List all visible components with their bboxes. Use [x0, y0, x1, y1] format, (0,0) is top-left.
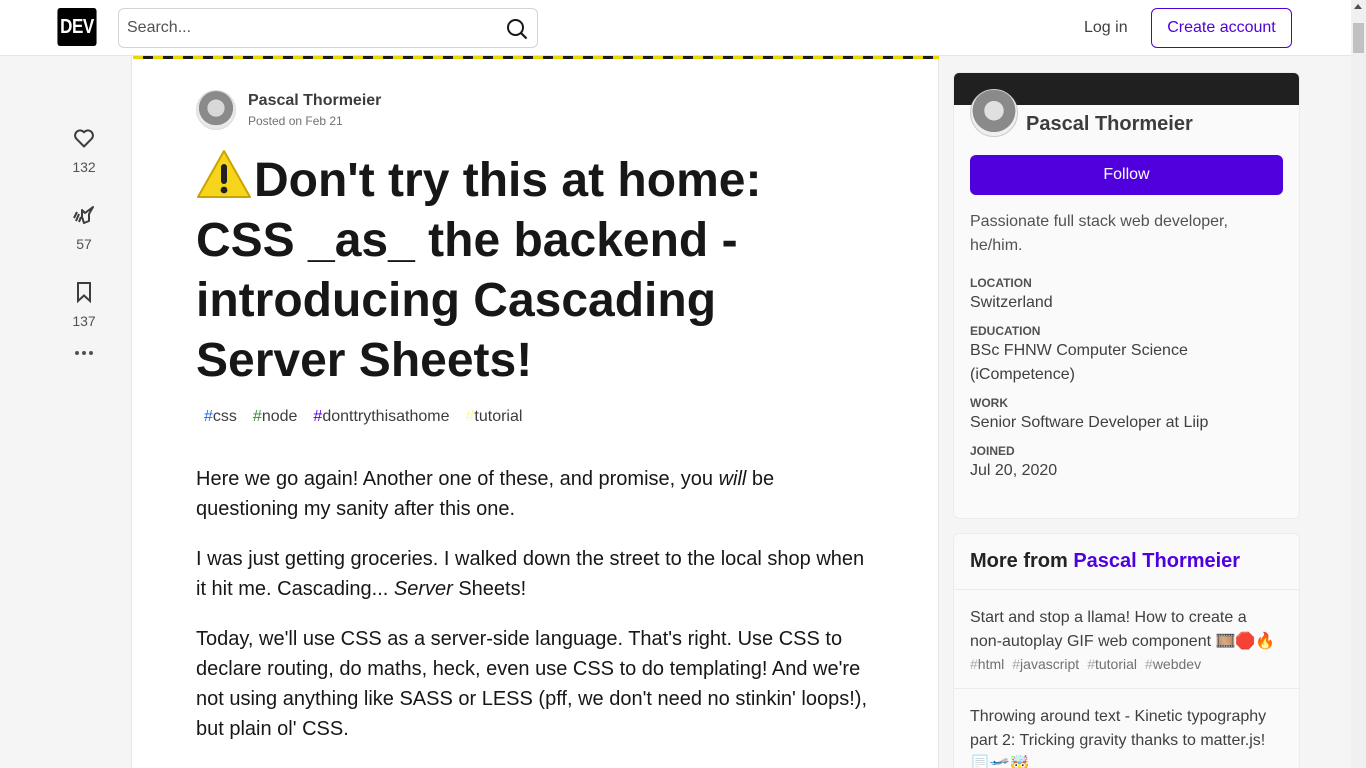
article-title-text: Don't try this at home: CSS _as_ the bac…: [196, 154, 762, 387]
tag-hash: #: [1012, 656, 1021, 672]
more-from-tag[interactable]: #javascript: [1008, 656, 1083, 672]
tag-link[interactable]: #css: [196, 404, 245, 430]
follow-button[interactable]: Follow: [970, 155, 1283, 195]
search-box: [118, 8, 538, 48]
profile-avatar[interactable]: [970, 89, 1018, 137]
article-paragraph: Here we go again! Another one of these, …: [196, 468, 775, 520]
profile-fields: Location Switzerland Education BSc FHNW Com…: [970, 275, 1285, 491]
top-header: DEV Log in Create account: [0, 0, 1351, 56]
more-from-tag[interactable]: #webdev: [1141, 656, 1205, 672]
warning-icon: [197, 150, 251, 198]
ellipsis-icon: [75, 351, 93, 355]
login-link[interactable]: Log in: [1072, 8, 1140, 48]
create-account-button[interactable]: Create account: [1151, 8, 1292, 48]
unicorn-reaction-button[interactable]: 57: [54, 197, 114, 274]
tag-hash: #: [1087, 656, 1095, 672]
unicorn-icon: [64, 197, 104, 233]
posted-date: Posted on Feb 21: [248, 114, 343, 128]
tag-hash: #: [313, 408, 323, 425]
profile-field-value: BSc FHNW Computer Science (iCompetence): [970, 342, 1188, 383]
article-card: Pascal Thormeier Posted on Feb 21 Don't …: [131, 56, 939, 768]
bookmark-reaction-button[interactable]: 137: [54, 274, 114, 351]
profile-field: Education BSc FHNW Computer Science (iCom…: [970, 323, 1285, 387]
search-icon[interactable]: [503, 15, 531, 43]
profile-field: Work Senior Software Developer at Liip: [970, 395, 1285, 435]
profile-field-label: Location: [970, 276, 1032, 290]
bookmark-count: 137: [72, 313, 96, 329]
tag-label: tutorial: [474, 408, 523, 425]
article-author: Pascal Thormeier Posted on Feb 21: [196, 90, 381, 130]
profile-field-value: Jul 20, 2020: [970, 462, 1058, 479]
tag-label: node: [261, 408, 298, 425]
dev-logo[interactable]: DEV: [57, 8, 97, 46]
more-from-tag[interactable]: #tutorial: [1083, 656, 1141, 672]
heart-reaction-button[interactable]: 132: [54, 120, 114, 197]
emphasis: will: [718, 468, 747, 490]
more-from-article-tags: #html #javascript #tutorial #webdev: [966, 656, 1283, 672]
hazard-stripe-banner: [133, 56, 939, 59]
bookmark-icon: [64, 274, 104, 310]
emphasis: Server: [393, 578, 453, 600]
profile-name-link[interactable]: Pascal Thormeier: [1026, 113, 1193, 136]
profile-field-label: Joined: [970, 444, 1015, 458]
tag-link[interactable]: #node: [245, 404, 306, 430]
author-name-link[interactable]: Pascal Thormeier: [248, 92, 381, 110]
more-from-author-link[interactable]: Pascal Thormeier: [1073, 550, 1240, 572]
more-from-author-card: More from Pascal Thormeier Start and sto…: [953, 533, 1300, 768]
tag-hash: #: [204, 408, 213, 425]
reaction-sidebar: 132 57 137: [54, 120, 114, 367]
article-paragraph: Today, we'll use CSS as a server-side la…: [196, 628, 867, 740]
scroll-up-arrow-icon[interactable]: [1354, 4, 1362, 9]
more-options-button[interactable]: [54, 347, 114, 367]
profile-field-label: Education: [970, 324, 1041, 338]
page-scrollbar[interactable]: [1351, 0, 1366, 768]
profile-field-value: Senior Software Developer at Liip: [970, 414, 1209, 431]
profile-field-value: Switzerland: [970, 294, 1053, 311]
tag-hash: #: [970, 656, 978, 672]
heart-icon: [64, 120, 104, 156]
more-from-article-link[interactable]: Throwing around text - Kinetic typograph…: [954, 689, 1299, 768]
profile-field-label: Work: [970, 396, 1008, 410]
more-from-heading: More from Pascal Thormeier: [954, 534, 1299, 590]
profile-field: Joined Jul 20, 2020: [970, 443, 1285, 483]
more-from-article-link[interactable]: Start and stop a llama! How to create a …: [954, 590, 1299, 689]
article-tags: #css #node #donttrythisathome #tutorial: [196, 404, 530, 430]
article-body: Here we go again! Another one of these, …: [196, 464, 876, 764]
tag-link[interactable]: #donttrythisathome: [305, 404, 457, 430]
heart-count: 132: [72, 159, 96, 175]
article-title: Don't try this at home: CSS _as_ the bac…: [196, 148, 836, 391]
tag-label: donttrythisathome: [322, 408, 450, 425]
tag-link[interactable]: #tutorial: [458, 404, 531, 430]
profile-field: Location Switzerland: [970, 275, 1285, 315]
more-from-article-title: Throwing around text - Kinetic typograph…: [970, 708, 1267, 768]
more-from-article-title: Start and stop a llama! How to create a …: [970, 609, 1276, 650]
profile-bio: Passionate full stack web developer, he/…: [970, 213, 1228, 254]
author-avatar[interactable]: [196, 90, 236, 130]
tag-hash: #: [1145, 656, 1153, 672]
more-from-tag[interactable]: #html: [966, 656, 1008, 672]
author-profile-card: Pascal Thormeier Follow Passionate full …: [953, 72, 1300, 519]
tag-hash: #: [252, 408, 262, 425]
search-input[interactable]: [119, 9, 489, 47]
tag-label: css: [212, 408, 237, 425]
more-from-prefix: More from: [970, 550, 1074, 572]
article-paragraph: I was just getting groceries. I walked d…: [196, 548, 865, 600]
scroll-thumb[interactable]: [1353, 23, 1364, 53]
unicorn-count: 57: [76, 236, 92, 252]
